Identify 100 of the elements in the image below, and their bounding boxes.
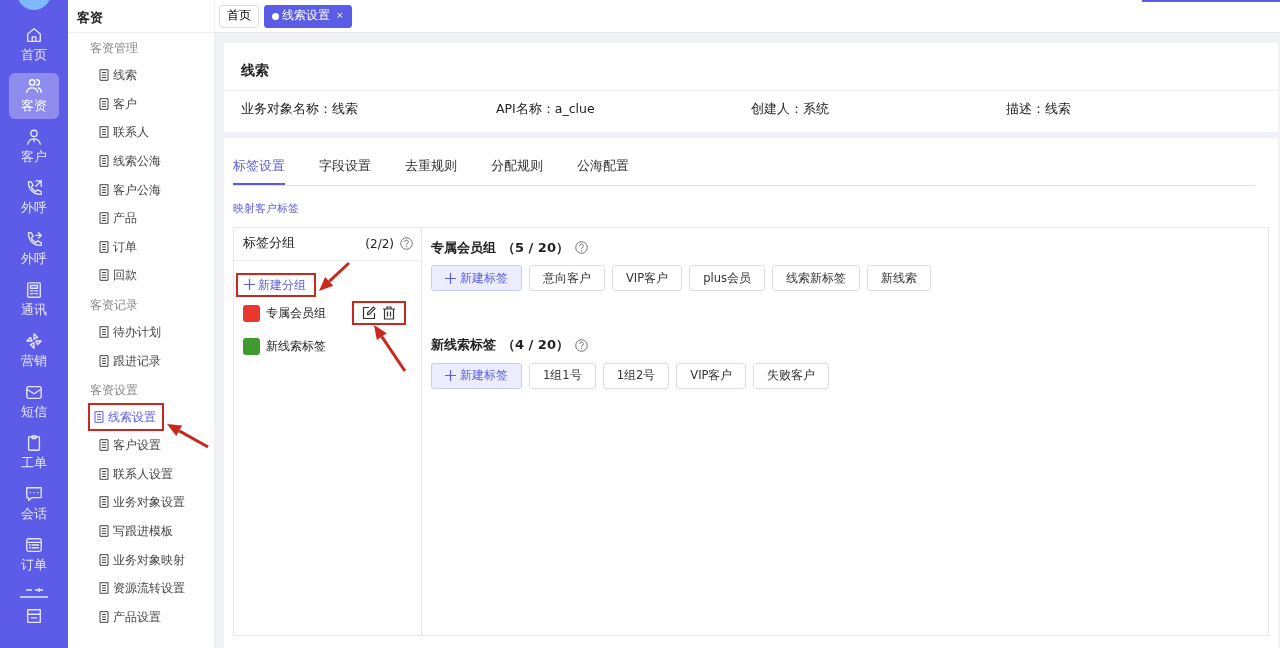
- annotation-arrow: [167, 423, 209, 449]
- document-icon: [99, 126, 109, 139]
- tag[interactable]: 意向客户: [529, 265, 605, 292]
- new-group-button[interactable]: 新建分组: [236, 272, 316, 297]
- section-title: 客资设置: [89, 381, 139, 399]
- help-icon[interactable]: [400, 237, 413, 251]
- settings-tab[interactable]: 标签设置: [233, 151, 285, 186]
- document-icon: [99, 326, 109, 339]
- sidebar-item[interactable]: 业务对象设置: [94, 488, 190, 517]
- nav-item[interactable]: 订单: [9, 532, 59, 578]
- nav-item[interactable]: 营销: [9, 328, 59, 374]
- settings-tab[interactable]: 字段设置: [319, 151, 388, 186]
- page-tab[interactable]: 首页: [219, 4, 259, 28]
- sidebar-item[interactable]: 跟进记录: [94, 346, 166, 375]
- document-icon: [99, 553, 109, 566]
- sidebar-item[interactable]: 联系人: [94, 118, 154, 147]
- document-icon: [99, 582, 109, 595]
- sidebar-item[interactable]: 回款: [94, 261, 142, 290]
- tag-count: （5 / 20）: [502, 238, 569, 257]
- new-tag-button[interactable]: 新建标签: [431, 265, 522, 292]
- nav-item[interactable]: 工单: [9, 430, 59, 476]
- section-heading: 专属会员组: [431, 238, 496, 257]
- person-icon: [25, 127, 43, 146]
- collapse-icon[interactable]: [19, 587, 49, 598]
- document-icon: [99, 269, 109, 282]
- sidebar-item[interactable]: 线索公海: [94, 146, 166, 176]
- document-icon: [99, 240, 109, 253]
- plus-icon: [445, 370, 456, 382]
- sidebar-item[interactable]: 线索设置: [88, 402, 164, 431]
- phone-icon: [25, 229, 43, 248]
- info-field: API名称：a_clue: [496, 101, 595, 116]
- nav-item[interactable]: 短信: [9, 379, 59, 425]
- help-icon[interactable]: [574, 338, 588, 352]
- settings-tab[interactable]: 去重规则: [405, 151, 474, 186]
- document-icon: [99, 97, 109, 110]
- nav-item[interactable]: 外呼: [9, 175, 59, 221]
- document-icon: [99, 354, 109, 367]
- sidebar-item[interactable]: 待办计划: [94, 317, 166, 347]
- tag[interactable]: plus会员: [689, 265, 765, 292]
- sidebar-title: 客资: [68, 0, 214, 33]
- close-button[interactable]: ×: [336, 9, 344, 23]
- sidebar-item[interactable]: 资源流转设置: [94, 573, 190, 603]
- delete-icon[interactable]: [382, 306, 396, 321]
- tag[interactable]: VIP客户: [612, 265, 683, 292]
- tag[interactable]: 线索新标签: [772, 265, 860, 292]
- document-icon: [94, 410, 104, 423]
- plus-icon: [244, 279, 255, 291]
- document-icon: [99, 525, 109, 537]
- sidebar-item[interactable]: 订单: [94, 232, 142, 262]
- group-name[interactable]: 专属会员组: [266, 304, 346, 322]
- document-icon: [99, 610, 109, 623]
- nav-item[interactable]: 外呼: [9, 226, 59, 272]
- chat-icon: [25, 484, 43, 503]
- help-icon[interactable]: [574, 241, 588, 254]
- tag[interactable]: 1组1号: [529, 362, 596, 389]
- sidebar-item[interactable]: 业务对象映射: [94, 545, 190, 574]
- store-icon[interactable]: [25, 607, 43, 625]
- phone-icon: [25, 178, 43, 197]
- status-dot: [272, 12, 279, 20]
- group-count: (2/2): [365, 235, 394, 253]
- page-tab[interactable]: 线索设置 ×: [264, 4, 352, 28]
- annotation-arrow: [319, 261, 351, 291]
- section-heading: 新线索标签: [431, 336, 496, 355]
- page-title: 线索: [224, 43, 1278, 91]
- tag-count: （4 / 20）: [502, 336, 569, 355]
- clipboard-icon: [25, 433, 43, 452]
- tag[interactable]: 失败客户: [753, 362, 830, 389]
- sidebar-item[interactable]: 线索: [94, 61, 142, 90]
- marketing-icon: [25, 331, 43, 350]
- document-icon: [99, 439, 109, 452]
- sidebar-item[interactable]: 客户公海: [94, 175, 166, 204]
- tag[interactable]: 1组2号: [602, 362, 670, 389]
- group-name[interactable]: 新线索标签: [266, 337, 421, 355]
- nav-item[interactable]: 通讯: [9, 277, 59, 323]
- document-icon: [99, 496, 109, 509]
- sidebar-item[interactable]: 联系人设置: [94, 459, 178, 489]
- info-field: 创建人：系统: [751, 101, 829, 116]
- sidebar-item[interactable]: 产品设置: [94, 602, 166, 632]
- list-icon: [25, 535, 43, 554]
- sidebar-item[interactable]: 客户: [94, 89, 142, 119]
- contacts-icon: [25, 280, 43, 299]
- settings-tab[interactable]: 分配规则: [491, 151, 560, 186]
- tag[interactable]: 新线索: [867, 265, 931, 292]
- home-icon: [25, 25, 43, 44]
- info-field: 业务对象名称：线索: [241, 101, 358, 116]
- map-tags-link[interactable]: 映射客户标签: [233, 201, 299, 218]
- nav-item[interactable]: 会话: [9, 481, 59, 527]
- section-title: 客资记录: [89, 296, 139, 314]
- nav-item[interactable]: 首页: [9, 22, 59, 68]
- sidebar-item[interactable]: 客户设置: [94, 430, 166, 460]
- sidebar-item[interactable]: 写跟进模板: [94, 516, 178, 546]
- document-icon: [99, 69, 109, 82]
- nav-item[interactable]: 客户: [9, 124, 59, 170]
- settings-tab[interactable]: 公海配置: [577, 151, 646, 186]
- new-tag-button[interactable]: 新建标签: [431, 362, 522, 389]
- tag[interactable]: VIP客户: [676, 362, 747, 389]
- sidebar-item[interactable]: 产品: [94, 203, 142, 233]
- document-icon: [99, 155, 109, 168]
- section-title: 客资管理: [89, 40, 139, 57]
- edit-icon[interactable]: [362, 306, 376, 321]
